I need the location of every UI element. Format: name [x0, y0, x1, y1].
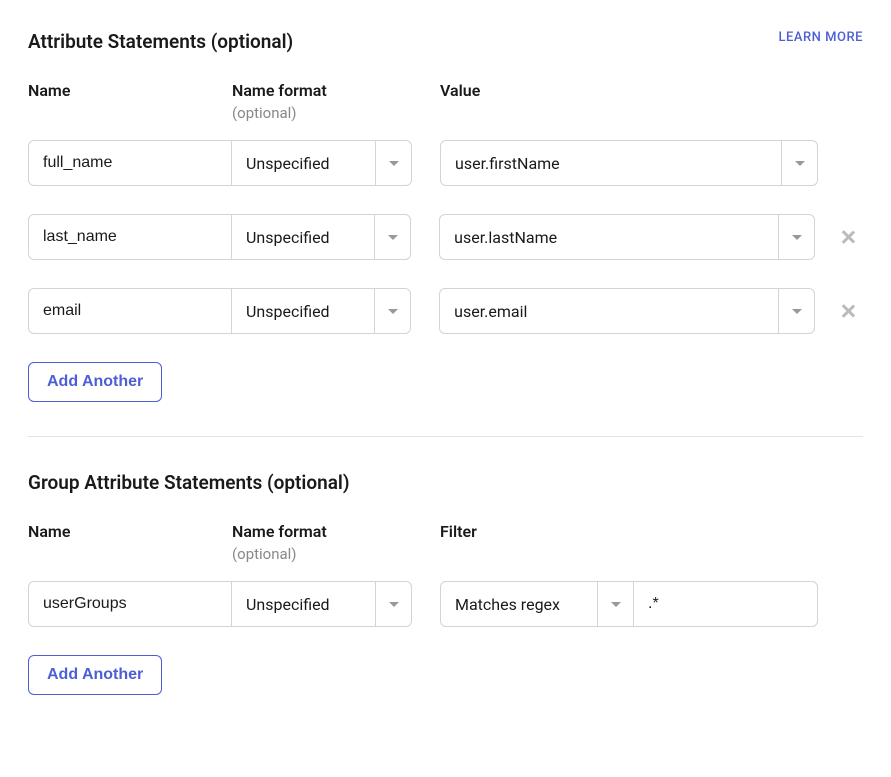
attribute-format-select[interactable]: Unspecified [232, 288, 411, 334]
attribute-name-input[interactable] [28, 288, 232, 334]
format-column-header: Name format [232, 81, 412, 100]
group-name-column-header: Name [28, 522, 232, 541]
attribute-row: Unspecified user.email [28, 288, 863, 334]
group-format-column-subheader: (optional) [232, 545, 412, 563]
group-columns-header: Name Name format (optional) Filter [28, 522, 863, 563]
group-filter-column-header: Filter [440, 522, 818, 541]
add-attribute-button[interactable]: Add Another [28, 362, 162, 402]
remove-row-button[interactable] [833, 222, 863, 252]
name-column-header: Name [28, 81, 232, 100]
attribute-row: Unspecified user.firstName [28, 140, 863, 186]
add-group-attribute-button[interactable]: Add Another [28, 655, 162, 695]
group-format-select[interactable]: Unspecified [232, 581, 412, 627]
attribute-value-select[interactable]: user.firstName [440, 140, 818, 186]
group-section-title: Group Attribute Statements (optional) [28, 471, 350, 494]
chevron-down-icon [374, 215, 410, 259]
remove-row-button[interactable] [833, 296, 863, 326]
section-divider [28, 436, 863, 437]
attribute-value-select[interactable]: user.lastName [439, 214, 815, 260]
chevron-down-icon [778, 289, 814, 333]
attribute-format-select[interactable]: Unspecified [232, 214, 411, 260]
attribute-value-select[interactable]: user.email [439, 288, 815, 334]
group-name-input[interactable] [28, 581, 232, 627]
group-attribute-row: Unspecified Matches regex [28, 581, 863, 627]
close-icon [840, 303, 856, 319]
chevron-down-icon [375, 141, 411, 185]
format-column-subheader: (optional) [232, 104, 412, 122]
attribute-format-value: Unspecified [246, 154, 330, 173]
group-format-value: Unspecified [246, 595, 330, 614]
group-filter-value-input[interactable] [634, 581, 818, 627]
attribute-columns-header: Name Name format (optional) Value [28, 81, 863, 122]
attribute-row: Unspecified user.lastName [28, 214, 863, 260]
group-section-header: Group Attribute Statements (optional) [28, 471, 863, 494]
group-filter-type-value: Matches regex [455, 595, 560, 614]
attribute-name-input[interactable] [28, 214, 232, 260]
value-column-header: Value [440, 81, 818, 100]
chevron-down-icon [375, 582, 411, 626]
attribute-name-input[interactable] [28, 140, 232, 186]
learn-more-link[interactable]: LEARN MORE [779, 30, 863, 45]
attribute-value-text: user.email [454, 302, 527, 321]
attribute-section-header: Attribute Statements (optional) LEARN MO… [28, 30, 863, 53]
group-filter-type-select[interactable]: Matches regex [440, 581, 634, 627]
attribute-section-title: Attribute Statements (optional) [28, 30, 293, 53]
group-format-column-header: Name format [232, 522, 412, 541]
attribute-value-text: user.lastName [454, 228, 557, 247]
chevron-down-icon [597, 582, 633, 626]
attribute-value-text: user.firstName [455, 154, 560, 173]
attribute-format-value: Unspecified [246, 228, 330, 247]
chevron-down-icon [781, 141, 817, 185]
chevron-down-icon [374, 289, 410, 333]
attribute-format-value: Unspecified [246, 302, 330, 321]
chevron-down-icon [778, 215, 814, 259]
close-icon [840, 229, 856, 245]
attribute-format-select[interactable]: Unspecified [232, 140, 412, 186]
